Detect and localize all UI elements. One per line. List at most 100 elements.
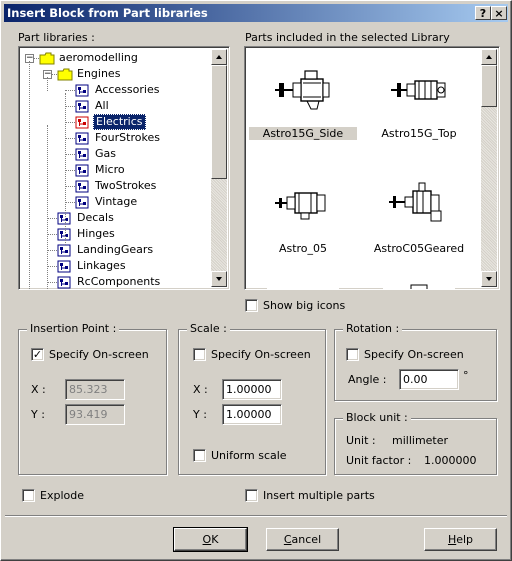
tree-item[interactable]: − aeromodelling xyxy=(19,50,209,66)
cancel-button[interactable]: Cancel xyxy=(266,528,339,551)
part-label[interactable]: Astro_05 xyxy=(249,242,357,255)
tree-item-label: All xyxy=(95,99,109,112)
library-icon xyxy=(75,84,89,97)
rotation-title: Rotation : xyxy=(343,322,403,335)
part-thumbnail-astro15g-side[interactable] xyxy=(267,53,339,125)
library-icon xyxy=(75,196,89,209)
tree-item-label: Electrics xyxy=(93,114,146,130)
tree-scrollbar[interactable] xyxy=(211,49,227,287)
scroll-thumb[interactable] xyxy=(211,65,227,179)
tree-item-label: aeromodelling xyxy=(59,51,138,64)
tree-item-label: Micro xyxy=(95,163,125,176)
window-title: Insert Block from Part libraries xyxy=(7,6,208,20)
tree-guide-line xyxy=(47,77,48,91)
library-icon-selected xyxy=(75,116,89,129)
tree-connector xyxy=(47,218,57,219)
show-big-icons-checkbox[interactable] xyxy=(245,299,258,312)
help-icon[interactable]: ? xyxy=(475,6,491,20)
tree-item-label: FourStrokes xyxy=(95,131,160,144)
tree-connector xyxy=(47,250,57,251)
part-thumbnail-astro15g-top[interactable] xyxy=(383,53,455,125)
part-label[interactable]: Astro15G_Top xyxy=(365,127,473,140)
tree-connector xyxy=(65,186,75,187)
tree-connector xyxy=(65,90,75,91)
scale-specify-checkbox[interactable] xyxy=(193,348,206,361)
scale-x-input[interactable]: 1.00000 xyxy=(222,379,282,400)
part-label[interactable]: AstroC05Geared xyxy=(365,242,473,255)
tree-item-label: Vintage xyxy=(95,195,138,208)
part-label[interactable]: Astro15G_Side xyxy=(249,127,357,140)
engine-small-icon xyxy=(275,192,326,220)
part-thumbnail-partial[interactable] xyxy=(267,281,339,289)
ok-button[interactable]: OK xyxy=(173,527,248,552)
library-icon xyxy=(57,260,71,273)
title-bar: Insert Block from Part libraries ? × xyxy=(4,4,508,22)
insertion-y-input[interactable]: 93.419 xyxy=(65,404,125,425)
tree-item-label: TwoStrokes xyxy=(95,179,157,192)
close-icon[interactable]: × xyxy=(491,6,507,20)
separator xyxy=(5,515,507,517)
explode-label: Explode xyxy=(40,489,84,502)
part-thumbnail-astro-05[interactable] xyxy=(267,167,339,239)
part-thumbnail-astroc05geared[interactable] xyxy=(383,167,455,239)
rotation-specify-checkbox[interactable] xyxy=(346,348,359,361)
part-thumbnail-partial[interactable] xyxy=(383,281,455,289)
insertion-specify-checkbox[interactable]: ✓ xyxy=(31,348,44,361)
library-icon xyxy=(57,212,71,225)
tree-connector xyxy=(65,202,75,203)
library-icon xyxy=(75,148,89,161)
scroll-up-button[interactable] xyxy=(481,49,497,65)
scroll-down-button[interactable] xyxy=(211,271,227,287)
insert-multiple-label: Insert multiple parts xyxy=(263,489,375,502)
uniform-scale-checkbox[interactable] xyxy=(193,449,206,462)
tree-connector xyxy=(47,234,57,235)
scale-title: Scale : xyxy=(187,322,230,335)
rotation-group: Rotation : Specify On-screen Angle : 0.0… xyxy=(334,322,497,401)
rotation-specify-label: Specify On-screen xyxy=(364,348,464,361)
unit-label: Unit : xyxy=(346,434,376,447)
parts-scrollbar[interactable] xyxy=(481,49,497,287)
angle-input[interactable]: 0.00 xyxy=(399,369,459,390)
tree-item-label: Engines xyxy=(77,67,121,80)
block-unit-title: Block unit : xyxy=(343,411,411,424)
library-icon xyxy=(75,180,89,193)
explode-checkbox[interactable] xyxy=(22,489,35,502)
engine-side-icon xyxy=(275,70,330,110)
tree-connector xyxy=(65,170,75,171)
folder-icon xyxy=(57,68,73,81)
insertion-x-label: X : xyxy=(31,383,46,396)
unit-factor-value: 1.000000 xyxy=(424,454,477,467)
tree-connector xyxy=(47,282,57,283)
scroll-up-button[interactable] xyxy=(211,49,227,65)
block-unit-group: Block unit : Unit : millimeter Unit fact… xyxy=(334,411,497,475)
scale-specify-label: Specify On-screen xyxy=(211,348,311,361)
library-icon xyxy=(57,228,71,241)
part-libraries-tree[interactable]: − aeromodelling − Engines Accessories All Elec… xyxy=(18,46,230,290)
tree-item-label: Linkages xyxy=(77,259,126,272)
engine-top-icon xyxy=(391,80,446,100)
help-button[interactable]: Help xyxy=(424,528,497,551)
angle-label: Angle : xyxy=(348,373,387,386)
tree-item-label: Hinges xyxy=(77,227,115,240)
scale-y-input[interactable]: 1.00000 xyxy=(222,404,282,425)
parts-list[interactable]: Astro15G_Side Astro15G_Top Astro_05 Astr… xyxy=(244,46,500,290)
insertion-specify-label: Specify On-screen xyxy=(49,348,149,361)
engine-geared-icon xyxy=(389,182,442,222)
insertion-point-group: Insertion Point : ✓ Specify On-screen X … xyxy=(18,322,167,475)
insertion-x-input[interactable]: 85.323 xyxy=(65,379,125,400)
folder-icon xyxy=(39,52,55,65)
tree-connector xyxy=(65,106,75,107)
scroll-down-button[interactable] xyxy=(481,271,497,287)
tree-item-label: Accessories xyxy=(95,83,160,96)
tree-connector xyxy=(47,266,57,267)
library-icon xyxy=(75,100,89,113)
tree-item-label: LandingGears xyxy=(77,243,154,256)
tree-item-label: Gas xyxy=(95,147,116,160)
library-icon xyxy=(75,132,89,145)
scroll-thumb[interactable] xyxy=(481,65,497,107)
library-icon xyxy=(57,276,71,289)
insert-multiple-checkbox[interactable] xyxy=(245,489,258,502)
tree-item[interactable]: All xyxy=(19,98,209,114)
uniform-scale-label: Uniform scale xyxy=(211,449,287,462)
tree-connector xyxy=(65,122,75,123)
